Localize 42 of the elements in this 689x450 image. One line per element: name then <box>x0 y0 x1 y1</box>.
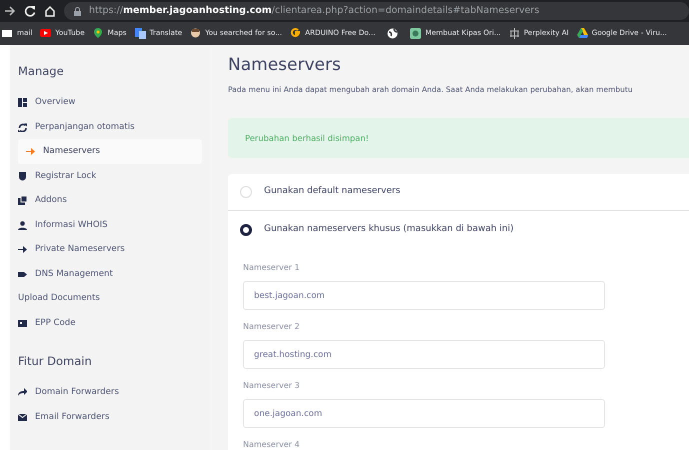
sidebar-item[interactable]: Informasi WHOIS <box>18 212 202 238</box>
sidebar-icon <box>18 196 27 205</box>
section-heading: Fitur Domain <box>18 353 93 370</box>
radio-label[interactable]: Gunakan default nameservers <box>264 185 400 199</box>
sidebar-item[interactable]: Upload Documents <box>18 286 202 311</box>
sidebar-icon <box>26 147 35 156</box>
sidebar-item[interactable]: Perpanjangan otomatis <box>18 114 202 140</box>
sidebar-item[interactable]: Private Nameservers <box>18 237 202 262</box>
field-label: Nameserver 1 <box>243 262 301 274</box>
sidebar-item[interactable]: DNS Management <box>18 262 202 286</box>
section-heading: Manage <box>18 63 65 80</box>
sidebar-item[interactable]: Nameservers <box>18 139 202 164</box>
sidebar-item[interactable]: Overview <box>18 90 202 115</box>
sidebar-icon <box>18 220 27 230</box>
sidebar-item[interactable]: EPP Code <box>18 310 202 336</box>
sidebar-icon <box>18 172 27 180</box>
sidebar-item[interactable]: Email Forwarders <box>18 405 202 430</box>
address-bar[interactable]: https://member.jagoanhosting.com/clientarea.php?action=domaindetails#tabNameservers <box>64 2 689 20</box>
sidebar-icon <box>18 245 27 254</box>
field-label: Nameserver 2 <box>243 321 301 334</box>
sidebar-icon <box>18 412 27 422</box>
radio-label[interactable]: Gunakan nameservers khusus (masukkan di bawah ini) <box>264 222 514 236</box>
sidebar-icon <box>18 98 27 107</box>
sidebar-icon <box>18 122 27 132</box>
sidebar-item[interactable]: Domain Forwarders <box>18 380 202 405</box>
field-label: Nameserver 3 <box>243 380 301 392</box>
home-icon[interactable] <box>44 5 56 17</box>
reload-icon[interactable] <box>24 5 36 17</box>
sidebar-item[interactable]: Addons <box>18 188 202 213</box>
input-field[interactable]: one.jagoan.com <box>243 399 605 428</box>
sidebar-icon <box>18 318 27 328</box>
sidebar-item[interactable]: Registrar Lock <box>18 164 202 188</box>
success-alert: Perubahan berhasil disimpan! <box>228 118 689 158</box>
radio-button[interactable] <box>240 224 252 236</box>
field-label: Nameserver 4 <box>243 439 301 450</box>
sidebar-icon <box>18 270 27 278</box>
lock-icon <box>74 6 81 16</box>
page-title: Nameservers <box>228 55 342 76</box>
sidebar-icon <box>18 388 27 398</box>
input-field[interactable]: great.hosting.com <box>243 340 605 370</box>
input-field[interactable]: best.jagoan.com <box>243 281 605 310</box>
forward-icon[interactable] <box>4 5 16 17</box>
